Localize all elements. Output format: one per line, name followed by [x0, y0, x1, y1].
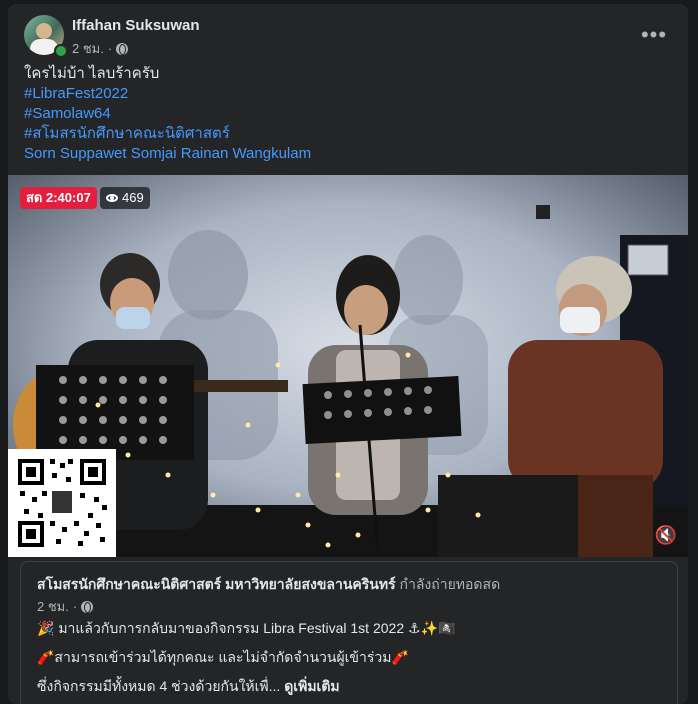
- post-text: ใครไม่บ้า ไลบร้าครับ #LibraFest2022 #Sam…: [24, 64, 672, 164]
- shared-text-line-3: ซึ่งกิจกรรมมีทั้งหมด 4 ช่วงด้วยกันให้เพื…: [37, 676, 340, 698]
- live-duration-badge: สด 2:40:07: [20, 187, 97, 209]
- post-meta: 2 ชม. ·: [72, 38, 129, 59]
- viewer-count: 469: [122, 190, 144, 205]
- online-status-icon: [54, 44, 68, 58]
- post-time[interactable]: 2 ชม.: [72, 38, 104, 59]
- shared-page-line: สโมสรนักศึกษาคณะนิติศาสตร์ มหาวิทยาลัยสง…: [37, 574, 500, 596]
- shared-live-info[interactable]: สโมสรนักศึกษาคณะนิติศาสตร์ มหาวิทยาลัยสง…: [20, 561, 678, 704]
- hashtag-libra[interactable]: #LibraFest2022: [24, 84, 672, 104]
- shared-meta: 2 ชม. ·: [37, 596, 94, 617]
- viewer-count-badge: 469: [100, 187, 150, 209]
- tagged-people[interactable]: Sorn Suppawet Somjai Rainan Wangkulam: [24, 144, 672, 164]
- more-options-button[interactable]: •••: [636, 20, 672, 56]
- live-video[interactable]: สด 2:40:07 469 🔇: [8, 175, 688, 557]
- meta-separator: ·: [72, 599, 78, 614]
- post-header: Iffahan Suksuwan 2 ชม. · •••: [8, 4, 688, 60]
- post-card: Iffahan Suksuwan 2 ชม. · ••• ใครไม่บ้า ไ…: [8, 4, 688, 704]
- shared-text-line-1: 🎉 มาแล้วกับการกลับมาของกิจกรรม Libra Fes…: [37, 620, 456, 636]
- qr-code: [8, 449, 116, 557]
- globe-icon[interactable]: [81, 600, 94, 613]
- author-name[interactable]: Iffahan Suksuwan: [72, 17, 200, 34]
- speaker-muted-icon[interactable]: 🔇: [654, 523, 678, 547]
- eye-icon: [106, 194, 118, 202]
- shared-text-truncated: ซึ่งกิจกรรมมีทั้งหมด 4 ช่วงด้วยกันให้เพื…: [37, 678, 281, 694]
- shared-action: กำลังถ่ายทอดสด: [399, 576, 501, 592]
- shared-time[interactable]: 2 ชม.: [37, 596, 69, 617]
- video-frame: [8, 175, 688, 557]
- hashtag-samolaw[interactable]: #Samolaw64: [24, 104, 672, 124]
- shared-page-name[interactable]: สโมสรนักศึกษาคณะนิติศาสตร์ มหาวิทยาลัยสง…: [37, 576, 396, 592]
- globe-icon[interactable]: [116, 42, 129, 55]
- hashtag-law-club[interactable]: #สโมสรนักศึกษาคณะนิติศาสตร์: [24, 124, 672, 144]
- meta-separator: ·: [107, 41, 113, 56]
- shared-text-line-2: 🧨สามารถเข้าร่วมได้ทุกคณะ และไม่จำกัดจำนว…: [37, 649, 409, 665]
- post-text-line: ใครไม่บ้า ไลบร้าครับ: [24, 65, 160, 82]
- see-more-link[interactable]: ดูเพิ่มเติม: [284, 678, 339, 694]
